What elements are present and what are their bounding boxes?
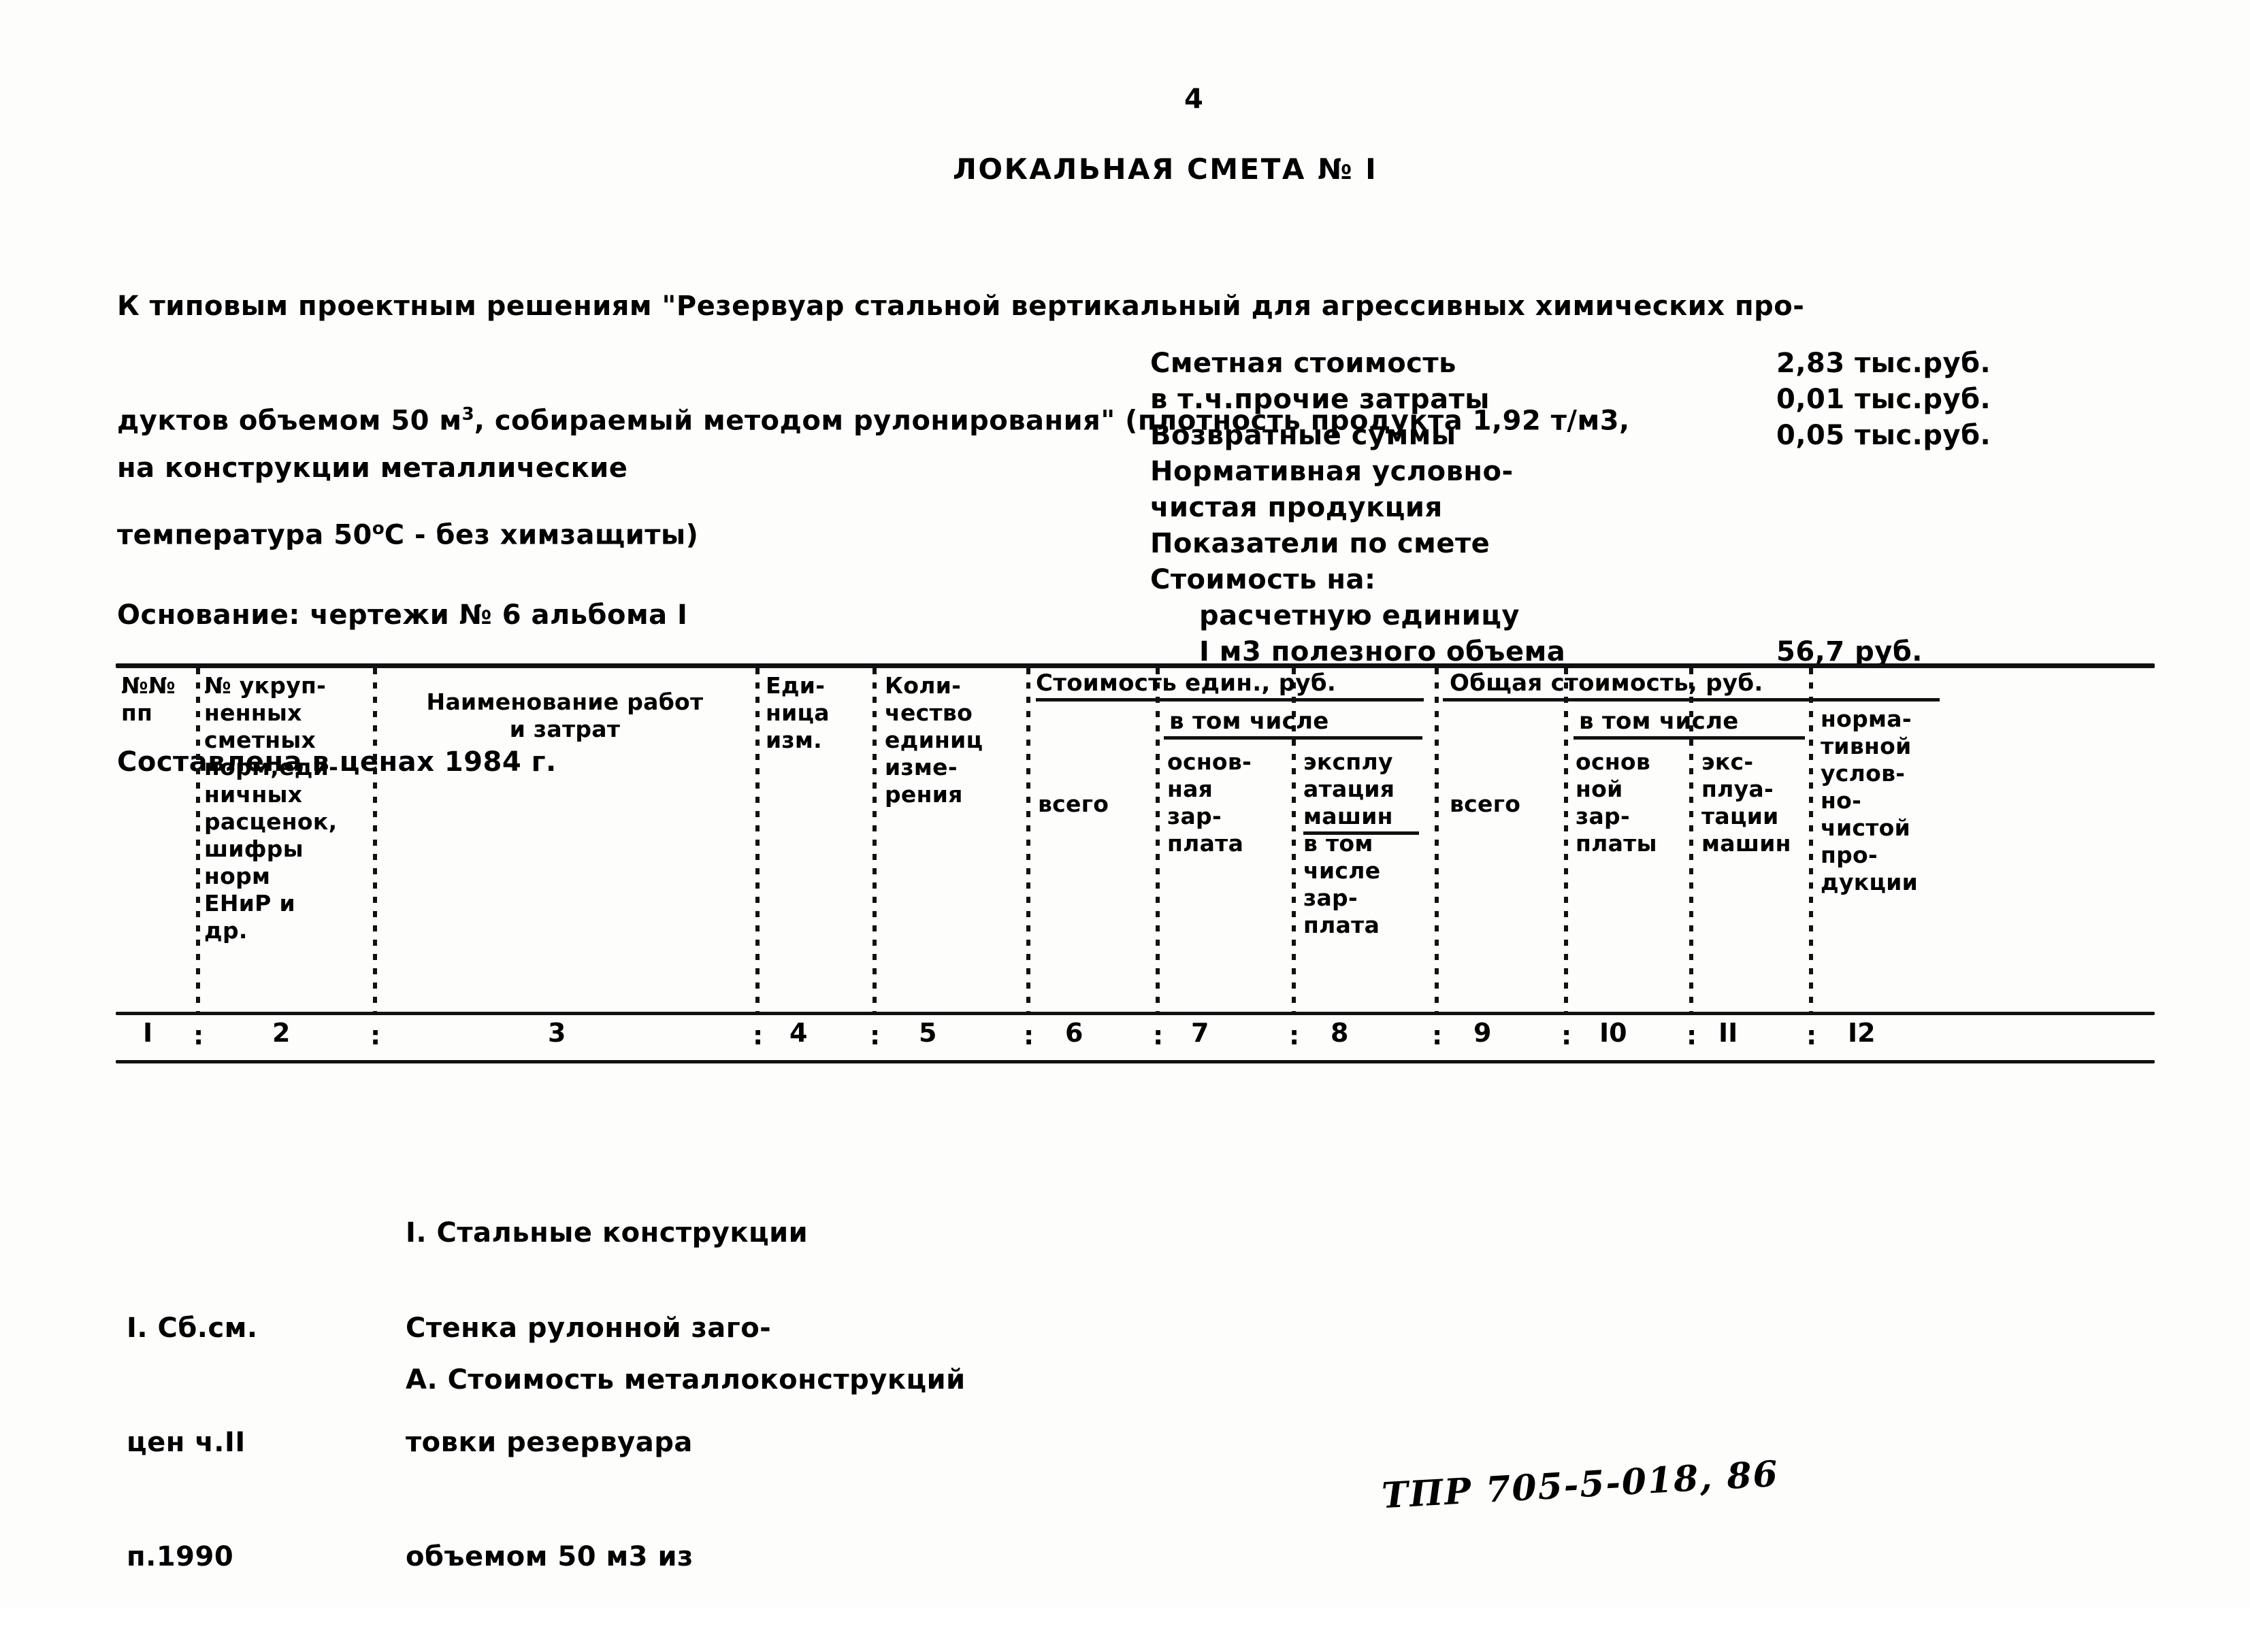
table-header-row: №№ пп № укруп- ненных сметных норм,еди- н… <box>116 668 2155 1012</box>
table-row-description: Стенка рулонной заго- товки резервуара о… <box>406 1233 771 1652</box>
column-number-separator: : <box>1153 1021 1164 1051</box>
column-header-4: Еди- ница изм. <box>766 672 830 753</box>
cost-summary-row: Показатели по смете <box>1150 526 1565 562</box>
column-number-separator: : <box>1561 1021 1572 1051</box>
document-page: 4 ЛОКАЛЬНАЯ СМЕТА № I К типовым проектны… <box>0 0 2250 1607</box>
column-number-separator: : <box>1432 1021 1443 1051</box>
column-number-II: II <box>1718 1018 1738 1048</box>
intro-line-1: К типовым проектным решениям "Резервуар … <box>117 291 1805 322</box>
construction-type-line: на конструкции металлические <box>117 452 628 484</box>
column-number-separator: : <box>870 1021 881 1051</box>
group-header-underline <box>1036 698 1424 701</box>
group-header-underline <box>1164 736 1422 740</box>
cost-summary-row: в т.ч.прочие затраты 0,01 тыс.руб. <box>1150 382 1991 418</box>
cost-summary-label: Сметная стоимость <box>1150 348 1456 379</box>
column-number-7: 7 <box>1191 1018 1209 1048</box>
column-number-separator: : <box>193 1021 204 1051</box>
group-header-label: в том числе <box>1169 708 1329 735</box>
column-separator <box>1809 668 1813 1012</box>
column-number-2: 2 <box>272 1018 291 1048</box>
column-separator <box>1564 668 1568 1012</box>
cost-summary-value: 2,83 тыс.руб. <box>1776 348 1991 379</box>
cost-summary-row: чистая продукция <box>1150 490 1565 526</box>
row-desc-line-3: объемом 50 м3 из <box>406 1541 694 1572</box>
cost-summary-label: Стоимость на: <box>1150 564 1376 595</box>
column-header-II: экс- плуа- тации машин <box>1701 748 1791 857</box>
group-header-underline <box>1574 736 1805 740</box>
column-header-7: основ- ная зар- плата <box>1167 748 1252 857</box>
cost-summary-value: 0,05 тыс.руб. <box>1776 420 1991 451</box>
column-number-4: 4 <box>789 1018 808 1048</box>
table-top-border <box>116 663 2155 668</box>
estimate-table: №№ пп № укруп- ненных сметных норм,еди- н… <box>116 663 2155 1063</box>
column-separator <box>873 668 877 1012</box>
table-numrow-bottom-border <box>116 1060 2155 1063</box>
column-separator <box>1156 668 1160 1012</box>
cost-summary-label: Нормативная условно- <box>1150 456 1514 487</box>
column-number-separator: : <box>1289 1021 1300 1051</box>
column-number-3: 3 <box>548 1018 566 1048</box>
cost-summary-row: расчетную единицу <box>1150 598 1565 634</box>
cost-summary-label: Показатели по смете <box>1150 528 1490 559</box>
row-code-line-3: п.1990 <box>127 1541 234 1572</box>
row-code-line-1: I. Сб.см. <box>127 1312 258 1344</box>
column-number-separator: : <box>1686 1021 1697 1051</box>
column-header-9: всего <box>1450 791 1521 817</box>
cost-summary-row: Возвратные суммы 0,05 тыс.руб. <box>1150 418 1991 454</box>
column-header-5: Коли- чество единиц изме- рения <box>885 672 983 808</box>
group-header-label: Общая стоимость, руб. <box>1450 670 1763 697</box>
column-number-8: 8 <box>1331 1018 1349 1048</box>
machines-subheader-underline <box>1303 831 1419 835</box>
column-number-separator: : <box>370 1021 381 1051</box>
column-separator <box>1026 668 1030 1012</box>
cost-summary-row: Нормативная условно- <box>1150 454 1565 490</box>
column-separator <box>1435 668 1439 1012</box>
column-number-I0: I0 <box>1599 1018 1627 1048</box>
column-number-I2: I2 <box>1848 1018 1876 1048</box>
column-separator <box>196 668 200 1012</box>
cost-summary-row: Стоимость на: <box>1150 562 1565 598</box>
column-header-6: всего <box>1038 791 1109 817</box>
column-separator <box>373 668 377 1012</box>
basis-line: Основание: чертежи № 6 альбома I <box>117 599 688 631</box>
table-row-code: I. Сб.см. цен ч.II п.1990 <box>127 1233 258 1652</box>
column-number-I: I <box>143 1018 153 1048</box>
column-number-6: 6 <box>1065 1018 1083 1048</box>
group-header-label: Стоимость един., руб. <box>1036 670 1337 697</box>
column-header-I2: норма- тивной услов- но- чистой про- дук… <box>1821 706 1919 895</box>
column-number-separator: : <box>753 1021 764 1051</box>
cost-summary-label: в т.ч.прочие затраты <box>1150 384 1490 415</box>
handwritten-document-code: ТПР 705-5-018, 86 <box>1380 1453 1780 1517</box>
row-desc-line-1: Стенка рулонной заго- <box>406 1312 772 1344</box>
group-header-underline <box>1443 698 1940 701</box>
column-header-8: эксплу атация машин в том числе зар- пла… <box>1303 748 1395 938</box>
cost-summary-label: Возвратные суммы <box>1150 420 1456 451</box>
row-desc-line-2: товки резервуара <box>406 1427 693 1458</box>
column-number-separator: : <box>1024 1021 1034 1051</box>
row-code-line-2: цен ч.II <box>127 1427 246 1458</box>
column-header-2: № укруп- ненных сметных норм,еди- ничных… <box>204 672 339 944</box>
column-header-I0: основ ной зар- платы <box>1576 748 1657 857</box>
column-number-9: 9 <box>1473 1018 1492 1048</box>
column-number-separator: : <box>1806 1021 1817 1051</box>
cost-summary-row: Сметная стоимость 2,83 тыс.руб. <box>1150 346 1991 382</box>
column-separator <box>755 668 760 1012</box>
column-number-row: I 2 3 4 5 6 7 8 9 I0 II I2::::::::::: <box>116 1015 2155 1060</box>
cost-summary-label: расчетную единицу <box>1199 600 1520 631</box>
column-header-I: №№ пп <box>121 672 176 726</box>
cost-summary-block: Сметная стоимость 2,83 тыс.руб. в т.ч.проч… <box>1150 346 1991 670</box>
page-title: ЛОКАЛЬНАЯ СМЕТА № I <box>953 152 1378 186</box>
page-number: 4 <box>1184 84 1204 115</box>
column-number-5: 5 <box>919 1018 937 1048</box>
group-header-label: в том числе <box>1579 708 1739 735</box>
cost-summary-label: чистая продукция <box>1150 492 1443 523</box>
column-header-3: Наименование работ и затрат <box>426 689 704 742</box>
cost-summary-value: 0,01 тыс.руб. <box>1776 384 1991 415</box>
